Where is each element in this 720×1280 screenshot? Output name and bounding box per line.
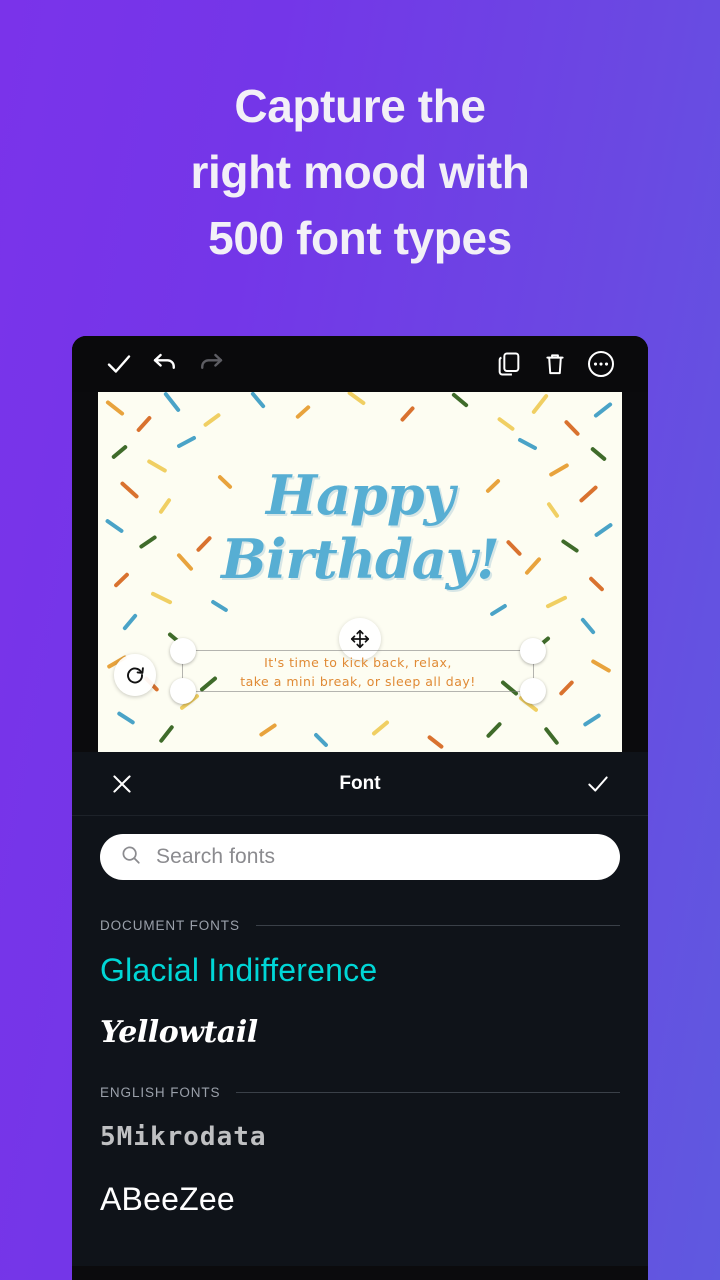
confirm-check-icon[interactable] (578, 764, 618, 804)
headline-line-2: right mood with (190, 145, 530, 198)
search-input[interactable]: Search fonts (100, 834, 620, 880)
artboard-title-line-1: Happy (266, 463, 455, 527)
artboard-subtitle-line-2: take a mini break, or sleep all day! (240, 674, 476, 690)
font-panel-header: Font (72, 752, 648, 816)
section-header-english-fonts: ENGLISH FONTS (100, 1063, 620, 1106)
font-list-item-yellowtail[interactable]: Yellowtail (100, 1001, 620, 1063)
rotate-handle-icon[interactable] (114, 654, 156, 696)
artboard-title-line-2: Birthday! (221, 526, 500, 591)
artboard-subtitle: It's time to kick back, relax, take a mi… (183, 653, 533, 692)
font-list-item-5mikrodata[interactable]: 5Mikrodata (100, 1106, 620, 1168)
font-list[interactable]: DOCUMENT FONTS Glacial Indifference Yell… (72, 896, 648, 1266)
text-selection-box[interactable]: It's time to kick back, relax, take a mi… (170, 638, 546, 704)
font-name: 5Mikrodata (100, 1122, 267, 1152)
font-name: Glacial Indifference (100, 951, 378, 988)
selection-handle-bottom-right[interactable] (520, 678, 546, 704)
font-search-zone: Search fonts (72, 816, 648, 896)
section-label: ENGLISH FONTS (100, 1085, 221, 1100)
headline-line-1: Capture the (234, 80, 486, 132)
font-name: ABeeZee (100, 1180, 235, 1217)
font-name: Yellowtail (100, 1014, 258, 1050)
artboard-title[interactable]: Happy Birthday! (98, 463, 622, 591)
check-icon[interactable] (96, 341, 142, 387)
trash-icon[interactable] (532, 341, 578, 387)
redo-icon[interactable] (188, 341, 234, 387)
headline-line-3: 500 font types (208, 211, 512, 264)
selection-handle-top-right[interactable] (520, 638, 546, 664)
section-label: DOCUMENT FONTS (100, 918, 240, 933)
selection-handle-bottom-left[interactable] (170, 678, 196, 704)
design-artboard[interactable]: Happy Birthday! It's time to kick back, … (98, 392, 622, 752)
more-icon[interactable] (578, 341, 624, 387)
phone-mockup: Happy Birthday! It's time to kick back, … (72, 336, 648, 1280)
artboard-subtitle-line-1: It's time to kick back, relax, (264, 655, 452, 670)
section-divider (236, 1092, 620, 1093)
section-divider (255, 925, 620, 926)
duplicate-icon[interactable] (486, 341, 532, 387)
promo-headline: Capture the right mood with 500 font typ… (0, 74, 720, 271)
editor-toolbar (72, 336, 648, 392)
font-panel-title: Font (339, 772, 381, 794)
search-placeholder: Search fonts (156, 845, 276, 868)
font-list-item-abeezee[interactable]: ABeeZee (100, 1168, 620, 1230)
search-icon (120, 844, 142, 871)
section-header-document-fonts: DOCUMENT FONTS (100, 896, 620, 939)
font-list-item-glacial-indifference[interactable]: Glacial Indifference (100, 939, 620, 1001)
selection-handle-top-left[interactable] (170, 638, 196, 664)
undo-icon[interactable] (142, 341, 188, 387)
canvas-area: Happy Birthday! It's time to kick back, … (72, 392, 648, 752)
close-icon[interactable] (102, 764, 142, 804)
